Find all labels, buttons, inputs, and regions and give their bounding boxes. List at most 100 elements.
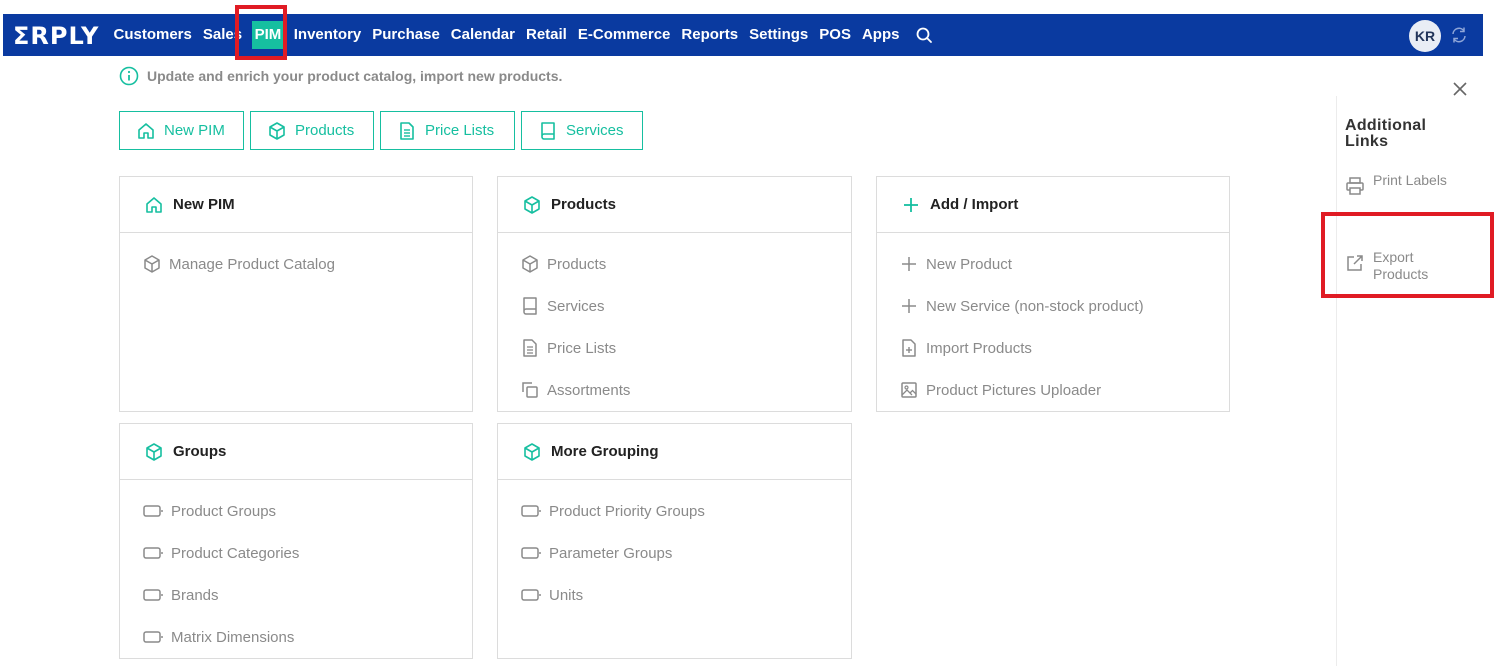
nav-retail[interactable]: Retail (521, 14, 573, 56)
card-header: More Grouping (498, 424, 851, 480)
close-icon[interactable] (1451, 80, 1469, 98)
nav-inventory[interactable]: Inventory (288, 14, 367, 56)
card-header: Groups (120, 424, 472, 480)
card-header: New PIM (120, 177, 472, 233)
document-icon (523, 339, 537, 357)
home-icon (146, 196, 162, 213)
card-new-pim: New PIM Manage Product Catalog (119, 176, 473, 412)
tag-icon (521, 589, 541, 601)
link-price-lists[interactable]: Price Lists (498, 327, 851, 369)
card-header: Products (498, 177, 851, 233)
image-icon (901, 382, 917, 398)
link-brands[interactable]: Brands (120, 574, 472, 616)
link-manage-product-catalog[interactable]: Manage Product Catalog (120, 243, 472, 285)
side-panel-title: Additional Links (1345, 117, 1427, 150)
link-label: Manage Product Catalog (169, 255, 335, 273)
card-title: More Grouping (551, 443, 659, 460)
refresh-icon[interactable] (1450, 26, 1468, 44)
tab-price-lists[interactable]: Price Lists (380, 111, 515, 150)
link-product-priority-groups[interactable]: Product Priority Groups (498, 490, 851, 532)
external-link-icon (1347, 255, 1363, 271)
link-product-pictures-uploader[interactable]: Product Pictures Uploader (877, 369, 1229, 411)
link-matrix-dimensions[interactable]: Matrix Dimensions (120, 616, 472, 658)
tag-icon (521, 505, 541, 517)
link-services[interactable]: Services (498, 285, 851, 327)
box-icon (146, 442, 162, 461)
nav-purchase[interactable]: Purchase (367, 14, 446, 56)
info-text: Update and enrich your product catalog, … (147, 68, 563, 84)
main-nav: Customers Sales PIM Inventory Purchase C… (108, 14, 933, 56)
tab-new-pim-label: New PIM (164, 122, 225, 139)
nav-apps[interactable]: Apps (856, 14, 905, 56)
tag-icon (143, 631, 163, 643)
link-import-products[interactable]: Import Products (877, 327, 1229, 369)
card-add-import: Add / Import New Product New Service (no… (876, 176, 1230, 412)
nav-ecommerce[interactable]: E-Commerce (572, 14, 676, 56)
link-new-service[interactable]: New Service (non-stock product) (877, 285, 1229, 327)
printer-icon (1346, 177, 1364, 195)
search-icon[interactable] (915, 26, 933, 44)
plus-icon (902, 257, 916, 271)
link-export-products[interactable]: Export Products (1345, 249, 1463, 283)
link-label: Services (547, 297, 605, 315)
book-icon (523, 297, 537, 315)
tag-icon (143, 505, 163, 517)
copy-icon (522, 382, 538, 398)
erply-logo[interactable]: ΣRPLY (13, 22, 99, 50)
link-product-categories[interactable]: Product Categories (120, 532, 472, 574)
plus-icon (904, 197, 918, 212)
link-label: Product Categories (171, 544, 300, 562)
link-label: New Product (926, 255, 1012, 273)
box-icon (524, 195, 540, 214)
card-title: Groups (173, 443, 227, 460)
info-banner: Update and enrich your product catalog, … (119, 66, 562, 86)
card-title: Add / Import (930, 196, 1019, 213)
nav-sales[interactable]: Sales (197, 14, 247, 56)
user-avatar[interactable]: KR (1409, 20, 1441, 52)
link-label: Brands (171, 586, 219, 604)
file-plus-icon (902, 339, 916, 357)
top-navigation-bar: ΣRPLY Customers Sales PIM Inventory Purc… (3, 14, 1483, 56)
tab-services[interactable]: Services (521, 111, 643, 150)
tab-products[interactable]: Products (250, 111, 374, 150)
link-label: Price Lists (547, 339, 617, 357)
link-label: Products (547, 255, 607, 273)
box-icon (524, 442, 540, 461)
link-parameter-groups[interactable]: Parameter Groups (498, 532, 851, 574)
card-products: Products Products Services Price Lists A… (497, 176, 852, 412)
card-more-grouping: More Grouping Product Priority Groups Pa… (497, 423, 852, 659)
link-label: Product Priority Groups (549, 502, 705, 520)
tag-icon (521, 547, 541, 559)
card-title: New PIM (173, 196, 235, 213)
side-panel-divider (1336, 96, 1337, 666)
nav-pos[interactable]: POS (814, 14, 857, 56)
nav-calendar[interactable]: Calendar (445, 14, 520, 56)
book-icon (541, 121, 555, 140)
tab-price-lists-label: Price Lists (425, 122, 495, 139)
tag-icon (143, 589, 163, 601)
link-label: Product Groups (171, 502, 277, 520)
link-label: Import Products (926, 339, 1032, 357)
box-icon (144, 255, 160, 273)
link-label: Product Pictures Uploader (926, 381, 1102, 399)
nav-settings[interactable]: Settings (744, 14, 814, 56)
link-label: Parameter Groups (549, 544, 673, 562)
document-icon (400, 121, 414, 140)
link-product-groups[interactable]: Product Groups (120, 490, 472, 532)
tab-products-label: Products (295, 122, 355, 139)
link-products[interactable]: Products (498, 243, 851, 285)
nav-customers[interactable]: Customers (108, 14, 197, 56)
link-units[interactable]: Units (498, 574, 851, 616)
nav-pim[interactable]: PIM (251, 21, 285, 49)
info-icon (119, 66, 139, 86)
link-new-product[interactable]: New Product (877, 243, 1229, 285)
nav-reports[interactable]: Reports (676, 14, 744, 56)
card-header: Add / Import (877, 177, 1229, 233)
link-print-labels[interactable]: Print Labels (1345, 172, 1463, 196)
link-label: Print Labels (1373, 172, 1447, 188)
tab-new-pim[interactable]: New PIM (119, 111, 244, 150)
link-assortments[interactable]: Assortments (498, 369, 851, 411)
link-label: Matrix Dimensions (171, 628, 295, 646)
box-icon (522, 255, 538, 273)
tab-services-label: Services (566, 122, 624, 139)
